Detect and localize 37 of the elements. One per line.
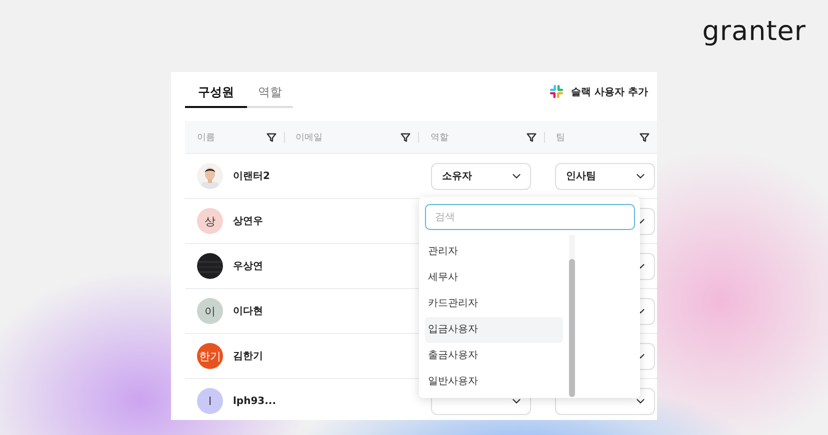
column-header: 이메일 <box>296 132 323 144</box>
chevron-down-icon <box>512 173 521 179</box>
column-header: 팀 <box>556 132 566 144</box>
filter-icon[interactable] <box>526 132 538 142</box>
granter-logo: granter <box>702 16 806 47</box>
column-header: 이름 <box>197 132 215 144</box>
chevron-down-icon <box>636 398 645 404</box>
scrollbar[interactable] <box>569 235 575 397</box>
filter-icon[interactable] <box>639 132 650 142</box>
role-option[interactable]: 출금사용자 <box>425 343 563 369</box>
role-option[interactable]: 카드관리자 <box>425 291 563 317</box>
column-header: 역할 <box>430 132 448 144</box>
tab[interactable]: 구성원 <box>185 80 247 108</box>
slack-icon <box>549 84 564 99</box>
chevron-down-icon <box>512 398 521 404</box>
avatar-initial: 이 <box>197 298 223 324</box>
role-option[interactable]: 일반사용자 <box>425 369 563 395</box>
member-name: lph93... <box>233 396 276 406</box>
member-name: 김한기 <box>233 350 263 363</box>
chevron-down-icon <box>636 173 645 179</box>
role-option[interactable]: 입금사용자 <box>425 317 563 343</box>
member-name: 상연우 <box>233 215 263 228</box>
slack-add-user-button[interactable]: 슬랙 사용자 추가 <box>549 84 648 99</box>
member-name: 이다현 <box>233 305 263 318</box>
tab[interactable]: 역할 <box>247 80 293 108</box>
avatar-initial: l <box>197 388 223 414</box>
filter-icon[interactable] <box>266 132 277 142</box>
avatar-initial: 한기 <box>197 343 223 369</box>
role-option[interactable]: 세무사 <box>425 265 563 291</box>
role-select[interactable]: 소유자 <box>431 162 531 190</box>
member-name: 우상연 <box>233 260 263 273</box>
filter-icon[interactable] <box>400 132 412 142</box>
team-select[interactable]: 인사팀 <box>555 162 655 190</box>
role-option[interactable]: 관리자 <box>425 239 563 265</box>
avatar-initial: 상 <box>197 208 223 234</box>
search-field[interactable]: 검색 <box>425 204 635 230</box>
member-name: 이랜터2 <box>233 170 270 183</box>
